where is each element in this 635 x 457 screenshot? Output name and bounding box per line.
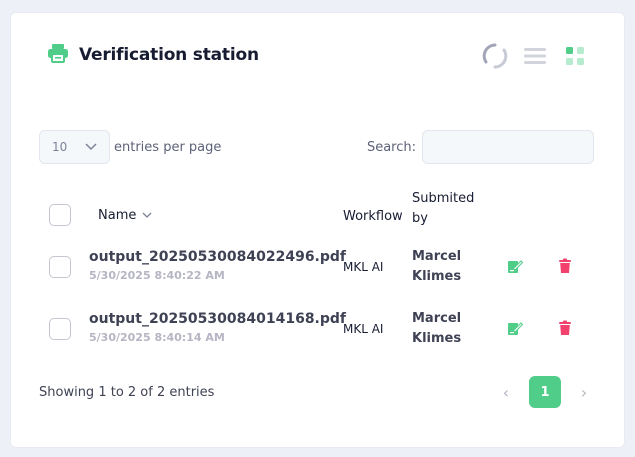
column-header-workflow[interactable]: Workflow <box>343 209 403 224</box>
list-view-icon[interactable] <box>522 43 548 69</box>
column-submitted-line1: Submited <box>412 191 475 206</box>
select-all-checkbox[interactable] <box>49 204 71 226</box>
next-page-icon[interactable]: › <box>569 376 599 408</box>
search-label: Search: <box>366 139 416 155</box>
submission-date: 5/30/2025 8:40:14 AM <box>89 331 225 344</box>
entries-length-control: 10 entries per page <box>39 130 221 164</box>
sign-document-icon[interactable] <box>506 319 524 337</box>
table-info: Showing 1 to 2 of 2 entries <box>39 385 215 400</box>
refresh-icon[interactable] <box>482 43 508 69</box>
entries-per-page-label: entries per page <box>114 139 222 155</box>
pagination: ‹ 1 › <box>491 376 599 408</box>
entries-per-page-value: 10 <box>52 140 68 154</box>
previous-page-icon[interactable]: ‹ <box>491 376 521 408</box>
user-last-name: Klimes <box>412 331 462 346</box>
search-input[interactable] <box>422 130 594 164</box>
row-checkbox[interactable] <box>49 256 71 278</box>
workflow-name: MKL AI <box>343 260 384 274</box>
submission-date: 5/30/2025 8:40:22 AM <box>89 269 225 282</box>
column-name-label: Name <box>98 208 137 223</box>
sign-document-icon[interactable] <box>506 257 524 275</box>
delete-icon[interactable] <box>556 257 574 275</box>
row-checkbox[interactable] <box>49 318 71 340</box>
user-last-name: Klimes <box>412 269 462 284</box>
card-header: Verification station <box>47 43 259 67</box>
file-name-link[interactable]: output_20250530084014168.pdf <box>89 311 346 327</box>
card-toolbar <box>482 43 588 69</box>
submitted-by: Marcel Klimes <box>412 247 461 287</box>
workflow-name: MKL AI <box>343 322 384 336</box>
search-control: Search: <box>367 130 594 164</box>
chevron-down-icon <box>85 140 97 154</box>
submitted-by: Marcel Klimes <box>412 309 461 349</box>
page-button-1[interactable]: 1 <box>529 376 561 408</box>
column-submitted-line2: by <box>412 211 428 226</box>
page-title: Verification station <box>79 45 259 65</box>
user-first-name: Marcel <box>412 311 462 326</box>
entries-per-page-select[interactable]: 10 <box>39 130 110 164</box>
file-name-link[interactable]: output_20250530084022496.pdf <box>89 249 346 265</box>
grid-view-icon[interactable] <box>562 43 588 69</box>
delete-icon[interactable] <box>556 319 574 337</box>
sort-chevron-icon <box>142 212 152 219</box>
column-header-name[interactable]: Name <box>98 208 152 223</box>
verification-station-card: Verification station 10 entries per page… <box>10 12 625 448</box>
printer-icon <box>47 43 69 67</box>
column-header-submitted-by[interactable]: Submited by <box>412 189 474 229</box>
user-first-name: Marcel <box>412 249 462 264</box>
